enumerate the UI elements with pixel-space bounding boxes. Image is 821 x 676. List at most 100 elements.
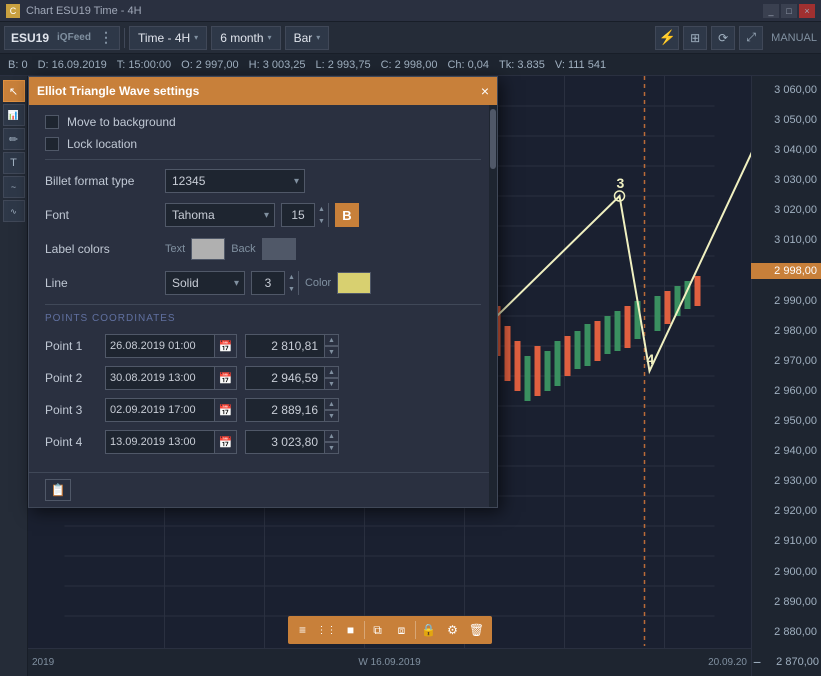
draw-tool[interactable]: ✏ [3, 128, 25, 150]
time-label-3: 20.09.20 [568, 657, 747, 668]
price-3060: 3 060,00 [751, 82, 821, 98]
tool-sep2 [415, 621, 416, 639]
price-2890: 2 890,00 [751, 594, 821, 610]
ohlc-c: C: 2 998,00 [381, 59, 438, 71]
wave-tool[interactable]: ∿ [3, 200, 25, 222]
timeframe-dropdown[interactable]: Time - 4H ▾ [129, 26, 207, 50]
period-dropdown[interactable]: 6 month ▾ [211, 26, 280, 50]
chart-type-dropdown[interactable]: Bar ▾ [285, 26, 330, 50]
maximize-button[interactable]: □ [781, 4, 797, 18]
font-size-up[interactable]: ▲ [314, 203, 328, 215]
billet-format-select[interactable]: 12345 1.2345 1,2345 [165, 169, 305, 193]
dialog-close-button[interactable]: × [481, 83, 489, 99]
symbol-icon: ⋮ [99, 29, 113, 46]
point-2-cal-button[interactable]: 📅 [215, 366, 237, 390]
point-1-price-down[interactable]: ▼ [325, 346, 339, 358]
move-to-background-checkbox[interactable] [45, 115, 59, 129]
dialog-scrollbar[interactable] [489, 105, 497, 507]
ohlc-v: V: 111 541 [555, 59, 606, 71]
link-btn[interactable]: ⧈ [391, 619, 413, 641]
copy-btn[interactable]: ⧉ [367, 619, 389, 641]
line-controls: Solid Dash Dot ▲ ▼ Color [165, 271, 481, 295]
move-to-background-label: Move to background [67, 115, 176, 129]
point-1-cal-button[interactable]: 📅 [215, 334, 237, 358]
manual-label: MANUAL [771, 32, 817, 44]
delete-btn[interactable]: 🗑 [466, 619, 488, 641]
lock-btn[interactable]: 🔒 [418, 619, 440, 641]
point-4-price-up[interactable]: ▲ [325, 430, 339, 442]
indicators-btn[interactable]: ⚡ [655, 26, 679, 50]
point-4-price-down[interactable]: ▼ [325, 442, 339, 454]
price-2990: 2 990,00 [751, 293, 821, 309]
billet-format-row: Billet format type 12345 1.2345 1,2345 [45, 168, 481, 194]
font-size-down[interactable]: ▼ [314, 215, 328, 227]
line-width-down[interactable]: ▼ [284, 283, 298, 295]
scrollbar-thumb[interactable] [490, 109, 496, 169]
lock-location-checkbox[interactable] [45, 137, 59, 151]
sync-btn[interactable]: ⟳ [711, 26, 735, 50]
ohlc-t: T: 15:00:00 [117, 59, 171, 71]
point-3-price-down[interactable]: ▼ [325, 410, 339, 422]
back-color-label: Back [231, 243, 255, 255]
point-3-price-up[interactable]: ▲ [325, 398, 339, 410]
symbol-selector[interactable]: ESU19 iQFeed ⋮ [4, 26, 120, 50]
price-3040: 3 040,00 [751, 142, 821, 158]
fullscreen-btn[interactable]: ⤢ [739, 26, 763, 50]
line-label: Line [45, 276, 165, 290]
line-row: Line Solid Dash Dot ▲ ▼ [45, 270, 481, 296]
point-1-price-up[interactable]: ▲ [325, 334, 339, 346]
time-label-2: W 16.09.2019 [211, 657, 569, 668]
title-bar: C Chart ESU19 Time - 4H _ □ × [0, 0, 821, 22]
point-4-cal-button[interactable]: 📅 [215, 430, 237, 454]
dialog-body: Move to background Lock location Billet … [29, 105, 497, 472]
point-4-price-arrows: ▲ ▼ [325, 430, 339, 454]
fill-btn[interactable]: ■ [340, 619, 362, 641]
price-2870: − 2 870,00 [751, 654, 821, 670]
fib-tool[interactable]: ~ [3, 176, 25, 198]
point-1-date-input[interactable] [105, 334, 215, 358]
billet-format-controls: 12345 1.2345 1,2345 [165, 169, 481, 193]
align-left-btn[interactable]: ≡ [292, 619, 314, 641]
line-style-select[interactable]: Solid Dash Dot [165, 271, 245, 295]
chart-tool[interactable]: 📊 [3, 104, 25, 126]
point-2-date-input[interactable] [105, 366, 215, 390]
text-tool[interactable]: T [3, 152, 25, 174]
line-width-input[interactable] [252, 276, 284, 290]
font-select[interactable]: Tahoma Arial Verdana [165, 203, 275, 227]
add-point-button[interactable]: 📋 [45, 479, 71, 501]
point-3-price-input[interactable] [245, 398, 325, 422]
point-3-date-input[interactable] [105, 398, 215, 422]
chart-type-arrow: ▾ [316, 33, 320, 42]
cursor-tool[interactable]: ↖ [3, 80, 25, 102]
point-2-price-up[interactable]: ▲ [325, 366, 339, 378]
point-2-price-input[interactable] [245, 366, 325, 390]
minimize-button[interactable]: _ [763, 4, 779, 18]
line-width-arrows: ▲ ▼ [284, 271, 298, 295]
point-2-row: Point 2 📅 ▲ ▼ [45, 366, 481, 390]
line-color-swatch[interactable] [337, 272, 371, 294]
lock-location-row: Lock location [45, 137, 481, 151]
point-2-price-down[interactable]: ▼ [325, 378, 339, 390]
point-4-price-input[interactable] [245, 430, 325, 454]
close-button[interactable]: × [799, 4, 815, 18]
window-controls[interactable]: _ □ × [763, 4, 815, 18]
settings-btn[interactable]: ⚙ [442, 619, 464, 641]
layouts-btn[interactable]: ⊞ [683, 26, 707, 50]
ohlc-b: B: 0 [8, 59, 28, 71]
font-size-input[interactable] [282, 208, 314, 222]
ohlc-d: D: 16.09.2019 [38, 59, 107, 71]
ohlc-ch: Ch: 0,04 [447, 59, 489, 71]
right-price-panel: 3 060,00 3 050,00 3 040,00 3 030,00 3 02… [751, 76, 821, 676]
point-3-cal-button[interactable]: 📅 [215, 398, 237, 422]
text-color-swatch[interactable] [191, 238, 225, 260]
back-color-swatch[interactable] [262, 238, 296, 260]
bold-button[interactable]: B [335, 203, 359, 227]
point-1-price-input[interactable] [245, 334, 325, 358]
point-4-date-input[interactable] [105, 430, 215, 454]
point-2-label: Point 2 [45, 371, 105, 385]
price-2900: 2 900,00 [751, 564, 821, 580]
line-width-up[interactable]: ▲ [284, 271, 298, 283]
svg-text:3: 3 [617, 175, 625, 191]
grid-btn[interactable]: ⋮⋮ [316, 619, 338, 641]
chart-bottom-toolbar: ≡ ⋮⋮ ■ ⧉ ⧈ 🔒 ⚙ 🗑 [288, 616, 492, 644]
